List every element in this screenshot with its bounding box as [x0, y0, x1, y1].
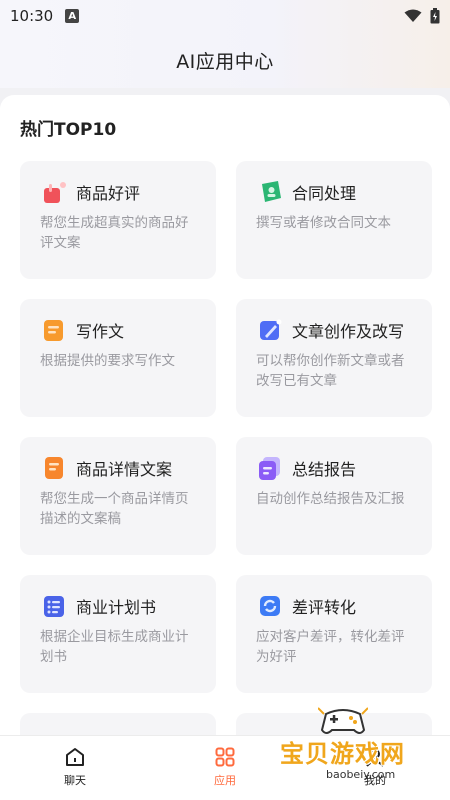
status-bar: 10:30 A	[0, 0, 450, 32]
app-card[interactable]: 合同处理 撰写或者修改合同文本	[236, 161, 432, 279]
tab-label: 聊天	[64, 774, 86, 787]
status-time: 10:30	[10, 7, 54, 25]
essay-icon	[44, 320, 63, 341]
watermark-text: 宝贝游戏网	[280, 740, 405, 768]
wifi-icon	[404, 9, 422, 22]
card-description: 根据提供的要求写作文	[40, 353, 175, 369]
card-title: 写作文	[76, 322, 125, 341]
card-description: 根据企业目标生成商业计划书	[40, 629, 189, 665]
watermark-url: baobeiy.com	[326, 768, 396, 781]
pen-icon	[260, 319, 282, 340]
card-title: 商业计划书	[76, 598, 157, 617]
app-card[interactable]	[20, 713, 216, 735]
notification-a-icon: A	[65, 9, 80, 23]
card-description: 帮您生成超真实的商品好评文案	[40, 215, 189, 251]
app-card[interactable]: 商品好评 帮您生成超真实的商品好评文案	[20, 161, 216, 279]
gift-icon	[44, 182, 66, 203]
app-card[interactable]: 总结报告 自动创作总结报告及汇报	[236, 437, 432, 555]
status-icons	[404, 8, 440, 24]
section-title: 热门TOP10	[20, 120, 117, 140]
gamepad-icon	[318, 707, 368, 734]
app-card[interactable]: 写作文 根据提供的要求写作文	[20, 299, 216, 417]
app-card[interactable]: 差评转化 应对客户差评，转化差评为好评	[236, 575, 432, 693]
app-grid: 商品好评 帮您生成超真实的商品好评文案 合同处理 撰写或者修改合同文本 写作文 …	[20, 161, 432, 735]
card-title: 合同处理	[292, 184, 357, 203]
card-title: 总结报告	[292, 460, 357, 479]
apps-icon	[215, 747, 235, 767]
tab-chat[interactable]: 聊天	[0, 736, 150, 800]
card-description: 自动创作总结报告及汇报	[256, 491, 405, 507]
tab-label: 应用	[214, 774, 236, 787]
card-description: 撰写或者修改合同文本	[256, 215, 391, 231]
card-description: 帮您生成一个商品详情页描述的文案稿	[40, 491, 189, 527]
convert-icon	[260, 596, 280, 616]
home-icon	[66, 748, 84, 766]
card-title: 文章创作及改写	[292, 322, 405, 341]
page-title: AI应用中心	[176, 50, 274, 73]
card-description: 应对客户差评，转化差评为好评	[256, 629, 405, 665]
plan-icon	[44, 596, 64, 617]
app-card[interactable]: 商品详情文案 帮您生成一个商品详情页描述的文案稿	[20, 437, 216, 555]
battery-icon	[430, 8, 440, 24]
card-description: 可以帮你创作新文章或者改写已有文章	[256, 353, 405, 389]
app-header: AI应用中心	[0, 32, 450, 88]
contract-icon	[262, 181, 281, 202]
watermark-logo: 宝贝游戏网 baobeiy.com	[272, 700, 422, 790]
main-content[interactable]: 热门TOP10 商品好评 帮您生成超真实的商品好评文案 合同处理 撰写或者修改合…	[0, 95, 450, 735]
card-title: 商品详情文案	[76, 460, 173, 479]
document-icon	[45, 457, 63, 479]
card-title: 差评转化	[292, 598, 357, 617]
app-card[interactable]: 商业计划书 根据企业目标生成商业计划书	[20, 575, 216, 693]
app-card[interactable]: 文章创作及改写 可以帮你创作新文章或者改写已有文章	[236, 299, 432, 417]
card-title: 商品好评	[76, 184, 141, 203]
report-icon	[259, 457, 280, 480]
